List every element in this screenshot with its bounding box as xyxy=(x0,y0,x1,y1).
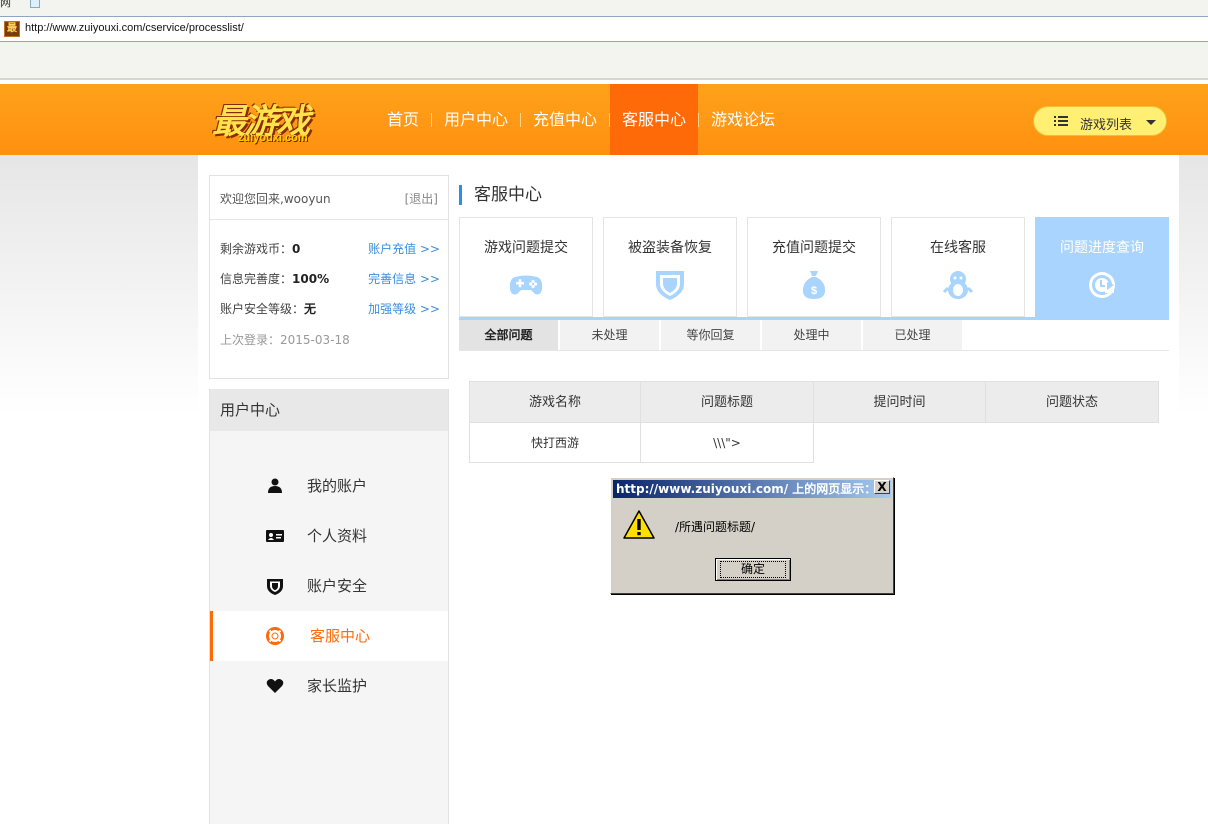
card-label: 游戏问题提交 xyxy=(484,240,568,256)
svg-text:$: $ xyxy=(811,285,817,297)
warning-icon xyxy=(623,510,655,539)
table-header-title: 问题标题 xyxy=(640,381,814,423)
nav-service-center[interactable]: 客服中心 xyxy=(610,84,699,155)
card-label: 充值问题提交 xyxy=(772,240,856,256)
sidebar-item-label: 账户安全 xyxy=(307,577,368,595)
alert-title: http://www.zuiyouxi.com/ 上的网页显示： xyxy=(613,480,891,498)
card-stolen-equipment[interactable]: 被盗装备恢复 xyxy=(603,217,737,317)
tab-awaiting-reply[interactable]: 等你回复 xyxy=(661,320,761,350)
logo-domain: zuiyouxi.com xyxy=(238,132,308,144)
status-tabs: 全部问题 未处理 等你回复 处理中 已处理 xyxy=(459,320,1169,351)
user-icon xyxy=(268,478,282,493)
sidebar-item-label: 个人资料 xyxy=(307,527,368,545)
table-header-status: 问题状态 xyxy=(985,381,1159,423)
sidebar-title: 用户中心 xyxy=(210,389,448,431)
browser-toolbar xyxy=(0,42,1208,80)
sidebar-item-label: 家长监护 xyxy=(307,677,368,695)
page-title: 客服中心 xyxy=(459,185,542,205)
logout-link[interactable]: [退出] xyxy=(405,190,438,207)
card-recharge-issue[interactable]: 充值问题提交 $ xyxy=(747,217,881,317)
last-login-text: 上次登录：2015-03-18 xyxy=(220,333,350,347)
nav-recharge-center[interactable]: 充值中心 xyxy=(521,84,609,155)
table-header-game: 游戏名称 xyxy=(469,381,641,423)
user-info-box: 欢迎您回来,wooyun [退出] 剩余游戏币：0 账户充值 >> 信息完善度：… xyxy=(209,175,449,379)
info-completeness-row: 信息完善度：100% 完善信息 >> xyxy=(220,270,440,287)
welcome-text: 欢迎您回来,wooyun xyxy=(220,192,331,206)
security-label: 账户安全等级： xyxy=(220,302,305,316)
page-icon xyxy=(30,0,40,8)
shield-icon xyxy=(656,271,684,300)
nav-home[interactable]: 首页 xyxy=(375,84,431,155)
coin-balance-row: 剩余游戏币：0 账户充值 >> xyxy=(220,240,440,257)
tab-all[interactable]: 全部问题 xyxy=(459,320,559,350)
table-header-time: 提问时间 xyxy=(813,381,986,423)
alert-message: /所遇问题标题/ xyxy=(675,520,756,534)
site-favicon-icon: 最 xyxy=(4,21,20,37)
completeness-value: 100% xyxy=(292,272,330,286)
alert-dialog: http://www.zuiyouxi.com/ 上的网页显示： X /所遇问题… xyxy=(610,477,894,594)
browser-top-strip: 网 xyxy=(0,0,1208,16)
sidebar-menu: 用户中心 我的账户 个人资料 账户安全 客服中心 家长监护 xyxy=(209,389,449,824)
coin-label: 剩余游戏币： xyxy=(220,242,293,256)
nav-forum[interactable]: 游戏论坛 xyxy=(699,84,787,155)
card-label: 问题进度查询 xyxy=(1060,240,1144,256)
table-cell-game: 快打西游 xyxy=(469,423,641,463)
sidebar-item-label: 客服中心 xyxy=(310,627,371,645)
security-value: 无 xyxy=(304,302,317,316)
divider xyxy=(210,219,448,220)
lifebuoy-icon xyxy=(266,627,284,645)
alert-close-button[interactable]: X xyxy=(874,480,890,494)
completeness-label: 信息完善度： xyxy=(220,272,293,286)
gamepad-icon xyxy=(509,275,543,295)
browser-title-fragment: 网 xyxy=(0,0,11,9)
complete-info-link[interactable]: 完善信息 >> xyxy=(368,270,440,287)
list-icon xyxy=(1054,116,1068,126)
address-bar[interactable]: 最 http://www.zuiyouxi.com/cservice/proce… xyxy=(0,16,1208,42)
security-level-row: 账户安全等级：无 加强等级 >> xyxy=(220,300,440,317)
sidebar-item-security[interactable]: 账户安全 xyxy=(210,561,448,611)
heart-icon xyxy=(266,679,284,693)
alert-ok-button[interactable]: 确定 xyxy=(715,558,791,581)
site-logo[interactable]: 最游戏 zuiyouxi.com xyxy=(208,92,338,148)
nav-user-center[interactable]: 用户中心 xyxy=(432,84,520,155)
strengthen-link[interactable]: 加强等级 >> xyxy=(368,300,440,317)
ok-label: 确定 xyxy=(719,561,786,578)
sidebar-item-label: 我的账户 xyxy=(307,477,368,495)
id-card-icon xyxy=(266,530,284,542)
tab-processing[interactable]: 处理中 xyxy=(762,320,862,350)
tab-processed[interactable]: 已处理 xyxy=(863,320,963,350)
coin-value: 0 xyxy=(292,242,301,256)
sidebar-item-customer-service[interactable]: 客服中心 xyxy=(210,611,448,661)
game-list-button[interactable]: 游戏列表 xyxy=(1033,106,1167,136)
refresh-icon xyxy=(1089,272,1115,298)
caret-down-icon xyxy=(1146,120,1156,125)
money-bag-icon: $ xyxy=(802,271,826,299)
card-label: 被盗装备恢复 xyxy=(628,240,712,256)
address-url[interactable]: http://www.zuiyouxi.com/cservice/process… xyxy=(25,22,244,34)
card-game-issue[interactable]: 游戏问题提交 xyxy=(459,217,593,317)
recharge-link[interactable]: 账户充值 >> xyxy=(368,240,440,257)
card-online-service[interactable]: 在线客服 xyxy=(891,217,1025,317)
tab-unprocessed[interactable]: 未处理 xyxy=(560,320,660,350)
sidebar-item-parental-control[interactable]: 家长监护 xyxy=(210,661,448,711)
main-nav: 首页 用户中心 充值中心 客服中心 游戏论坛 xyxy=(360,84,787,155)
card-label: 在线客服 xyxy=(930,240,986,256)
game-list-label: 游戏列表 xyxy=(1080,118,1133,133)
sidebar-item-my-account[interactable]: 我的账户 xyxy=(210,461,448,511)
card-progress-query[interactable]: 问题进度查询 xyxy=(1035,217,1169,317)
penguin-icon xyxy=(942,271,974,299)
shield-icon xyxy=(267,579,283,595)
site-header: 最游戏 zuiyouxi.com 首页 用户中心 充值中心 客服中心 游戏论坛 … xyxy=(0,84,1208,155)
sidebar-item-profile[interactable]: 个人资料 xyxy=(210,511,448,561)
table-cell-title[interactable]: \\\"> xyxy=(640,423,814,463)
